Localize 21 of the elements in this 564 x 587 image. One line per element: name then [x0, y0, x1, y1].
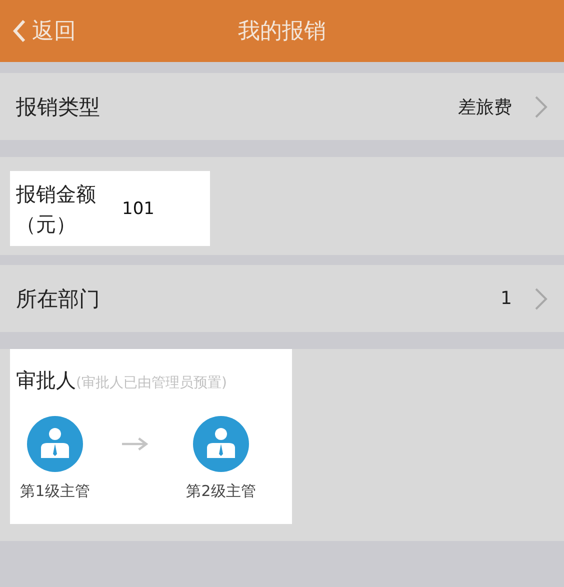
- step-label: 第1级主管: [20, 482, 90, 501]
- row-label: 所在部门: [16, 286, 101, 312]
- amount-field[interactable]: 报销金额 （元） 101: [10, 171, 210, 246]
- row-label: 报销类型: [16, 94, 101, 120]
- arrow-icon: [122, 437, 150, 451]
- row-value: 差旅费: [458, 96, 512, 118]
- hint-text: (审批人已由管理员预置): [76, 374, 227, 392]
- back-icon: [12, 19, 26, 43]
- user-icon: [27, 416, 83, 472]
- user-icon: [193, 416, 249, 472]
- unit-label: （元）: [16, 210, 77, 238]
- field-label: 报销金额: [16, 180, 96, 208]
- amount-value: 101: [122, 198, 154, 218]
- department-row[interactable]: 所在部门 1: [0, 265, 564, 332]
- section-title: 审批人: [16, 367, 76, 394]
- chevron-right-icon: [534, 286, 548, 312]
- chevron-right-icon: [534, 94, 548, 120]
- page-title: 我的报销: [238, 18, 326, 46]
- step-label: 第2级主管: [186, 482, 256, 501]
- expense-type-row[interactable]: 报销类型 差旅费: [0, 73, 564, 140]
- row-value: 1: [500, 288, 512, 309]
